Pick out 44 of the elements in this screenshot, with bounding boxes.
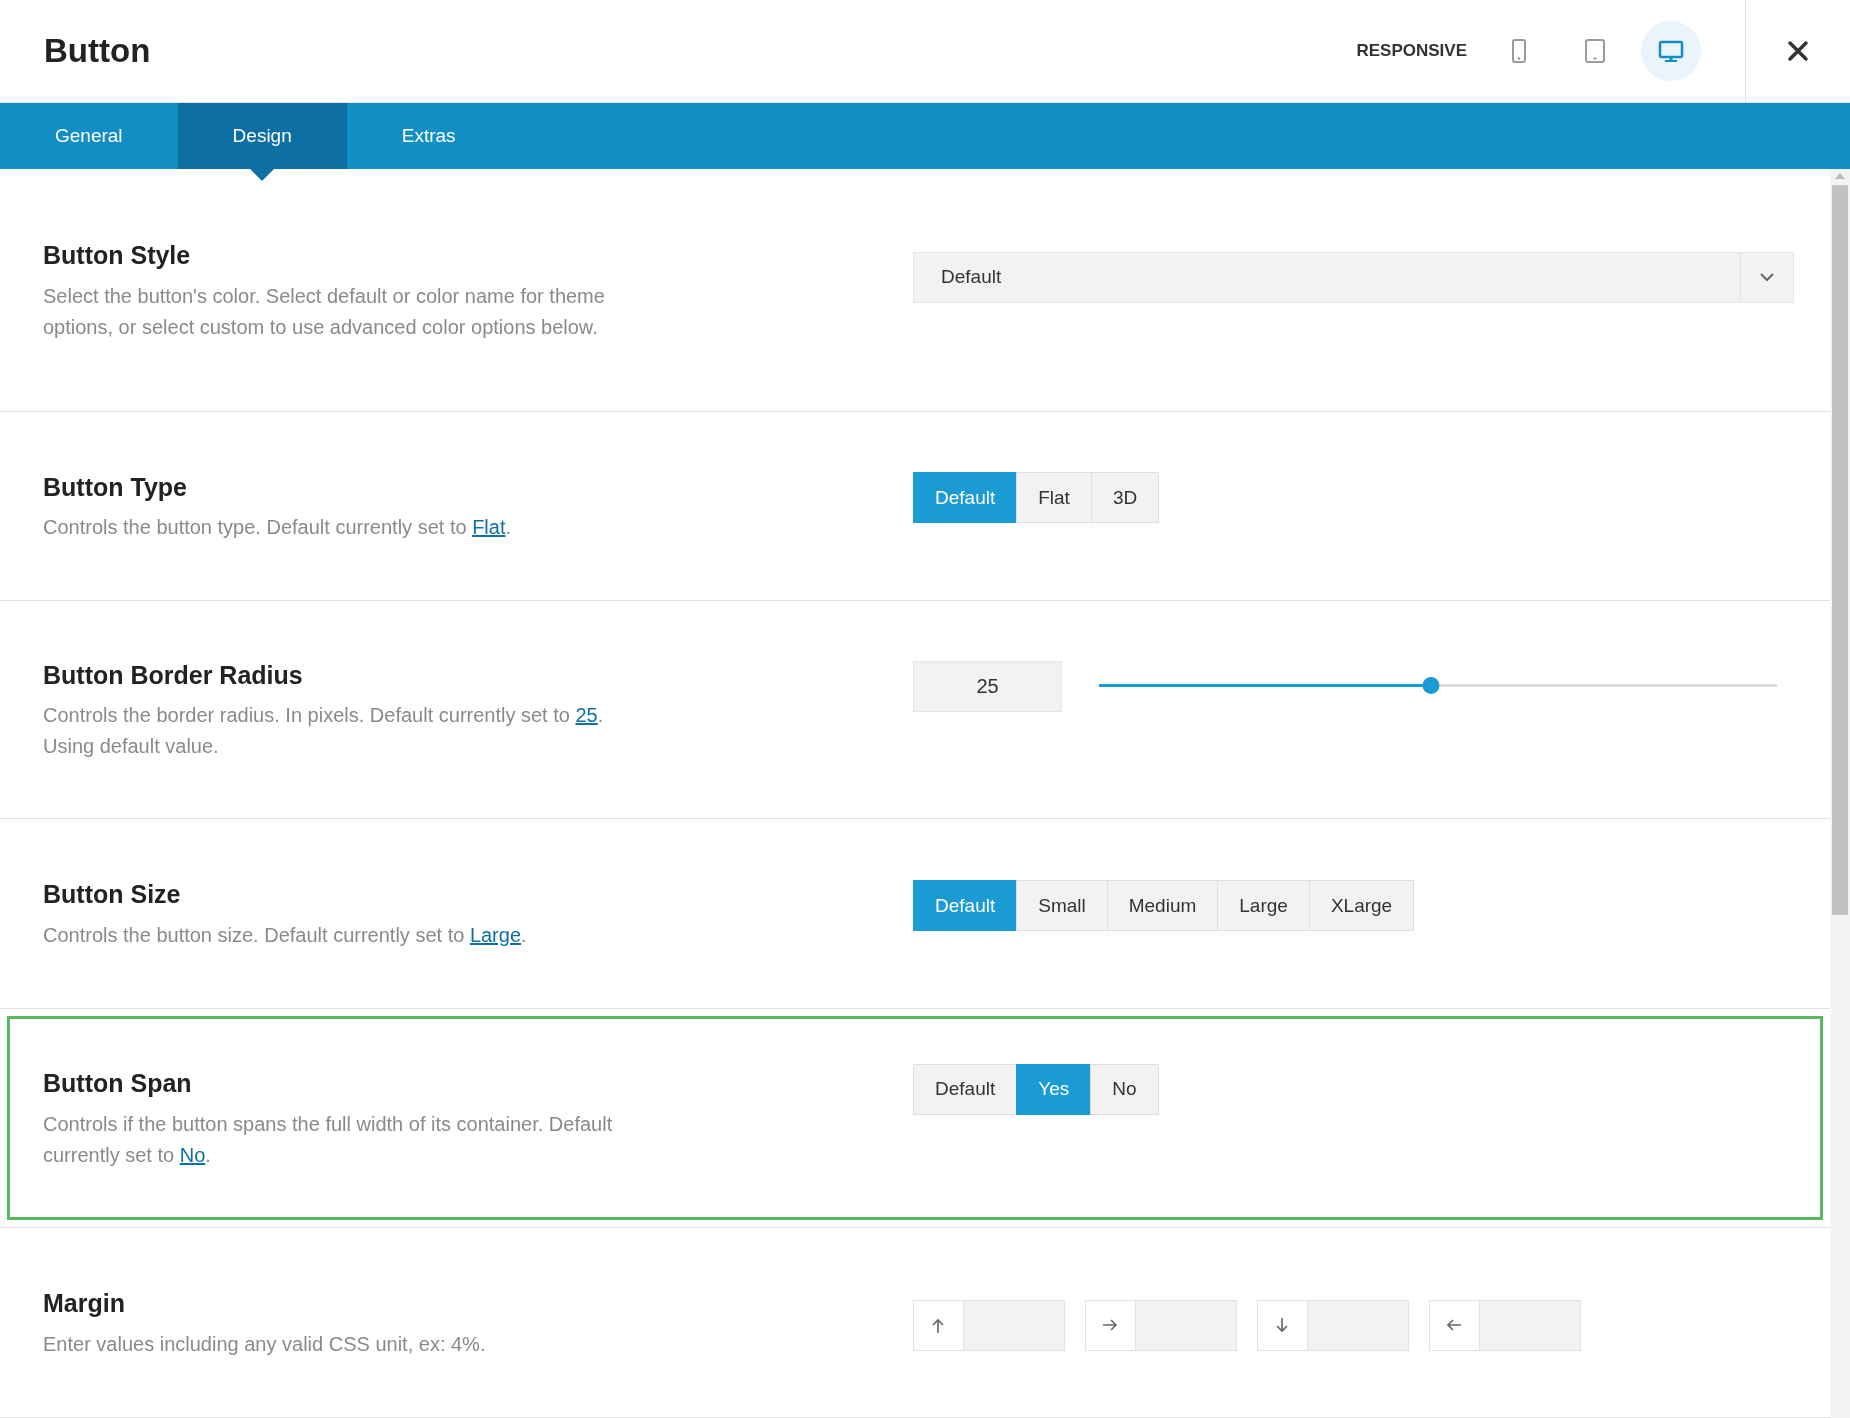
option-button[interactable]: Medium: [1106, 880, 1219, 932]
dialog-title: Button: [44, 31, 151, 72]
option-button[interactable]: XLarge: [1308, 880, 1415, 932]
radius-input[interactable]: 25: [913, 660, 1062, 712]
margin-field[interactable]: [1257, 1300, 1409, 1352]
setting-description: Controls the border radius. In pixels. Default currently set to 25.: [43, 703, 605, 729]
setting-title: Button Span: [43, 1068, 193, 1100]
setting-title: Button Style: [43, 240, 192, 272]
option-button[interactable]: 3D: [1090, 472, 1160, 524]
close-icon: [1787, 40, 1809, 62]
setting-title: Button Type: [43, 471, 188, 503]
default-value-link[interactable]: Flat: [472, 516, 506, 539]
setting-description: Controls the button size. Default currently set to Large.: [43, 922, 528, 948]
option-button[interactable]: Large: [1217, 880, 1310, 932]
chevron-down-icon: [1760, 273, 1774, 282]
setting-description: Enter values including any valid CSS unit, ex: 4%.: [43, 1332, 487, 1357]
default-value-link[interactable]: No: [179, 1143, 206, 1166]
option-button[interactable]: Default: [913, 1063, 1018, 1115]
responsive-label: RESPONSIVE: [1356, 40, 1467, 63]
tab[interactable]: Extras: [346, 103, 511, 169]
margin-field[interactable]: [1429, 1300, 1581, 1352]
scrollbar-thumb[interactable]: [1832, 185, 1848, 915]
arrow-up-icon: [931, 1318, 946, 1334]
default-value-link[interactable]: Large: [469, 923, 522, 946]
tab[interactable]: General: [0, 103, 178, 169]
slider-thumb[interactable]: [1422, 677, 1440, 695]
setting-title: Button Border Radius: [43, 659, 304, 691]
default-value-link[interactable]: 25: [575, 704, 598, 727]
tab-pointer: [250, 169, 275, 181]
option-button[interactable]: No: [1090, 1063, 1159, 1115]
scroll-up-icon[interactable]: [1835, 173, 1845, 179]
arrow-down-icon: [1275, 1318, 1290, 1334]
setting-description: Select the button's color. Select default or color name for theme options, or select custom to use advanced color options below.: [43, 283, 606, 340]
setting-description: Controls the button type. Default currently set to Flat.: [43, 515, 513, 541]
option-button[interactable]: Flat: [1016, 472, 1092, 524]
setting-note: Using default value.: [43, 734, 220, 760]
setting-title: Button Size: [43, 879, 182, 911]
margin-field[interactable]: [913, 1300, 1065, 1352]
dropdown-value: Default: [940, 265, 1003, 290]
style-dropdown[interactable]: Default: [913, 252, 1794, 303]
setting-title: Margin: [43, 1288, 126, 1320]
setting-description: Controls if the button spans the full width of its container. Default currently set to No.: [43, 1111, 614, 1168]
option-button[interactable]: Small: [1016, 880, 1108, 932]
margin-field[interactable]: [1085, 1300, 1237, 1352]
